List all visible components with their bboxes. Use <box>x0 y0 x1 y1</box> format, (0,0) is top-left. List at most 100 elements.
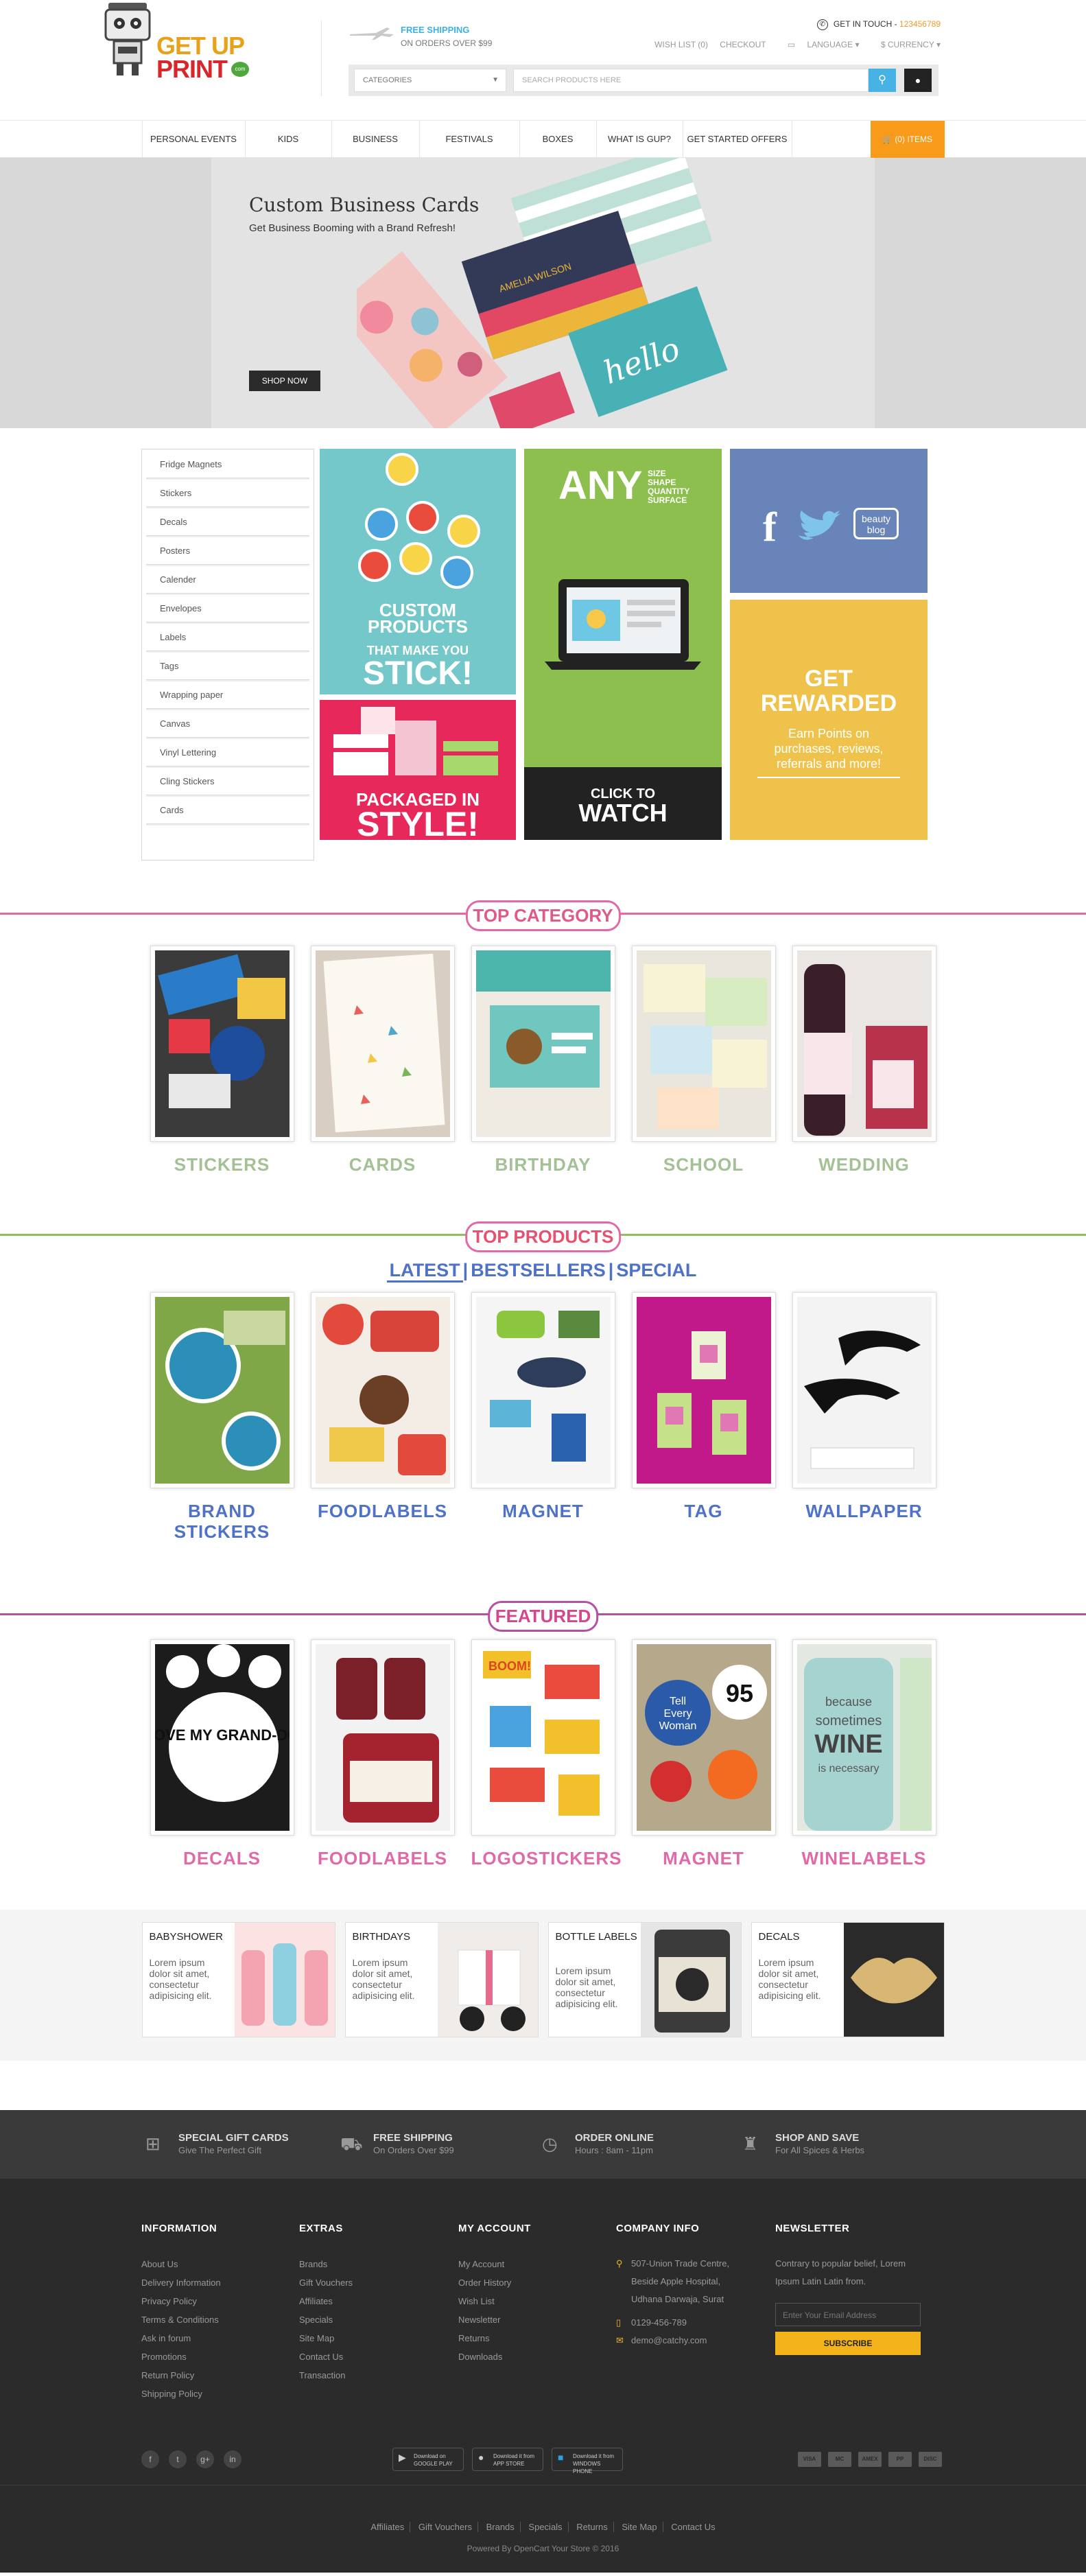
footer-link[interactable]: Transaction <box>299 2366 353 2385</box>
sidebar-item-cards[interactable]: Cards <box>146 797 309 824</box>
contact-phone[interactable]: 123456789 <box>899 19 941 29</box>
twitter-icon[interactable]: t <box>169 2450 187 2468</box>
stickers-banner[interactable]: CUSTOM PRODUCTS THAT MAKE YOU STICK! <box>320 449 516 694</box>
product-card[interactable]: TAG <box>631 1292 776 1542</box>
account-button[interactable]: ● <box>904 69 932 92</box>
footer-link[interactable]: Ask in forum <box>141 2329 221 2347</box>
sidebar-item-decals[interactable]: Decals <box>146 508 309 536</box>
category-card[interactable]: SCHOOL <box>631 946 776 1175</box>
product-card[interactable]: WALLPAPER <box>792 1292 936 1542</box>
language-dropdown[interactable]: ▭ LANGUAGE ▾ <box>778 40 860 49</box>
sidebar-item-wrapping-paper[interactable]: Wrapping paper <box>146 681 309 709</box>
promo-babyshower[interactable]: BABYSHOWER Lorem ipsum dolor sit amet, c… <box>141 1922 335 2037</box>
bottom-link[interactable]: Site Map <box>616 2522 663 2532</box>
bottom-link[interactable]: Brands <box>480 2522 521 2532</box>
linkedin-icon[interactable]: in <box>224 2450 241 2468</box>
category-card[interactable]: STICKERS <box>150 946 294 1175</box>
sidebar-item-calender[interactable]: Calender <box>146 566 309 594</box>
checkout-link[interactable]: CHECKOUT <box>720 40 766 49</box>
sidebar-item-envelopes[interactable]: Envelopes <box>146 595 309 622</box>
windows-phone-badge[interactable]: ■ Download it from WINDOWS PHONE <box>552 2448 623 2474</box>
product-card[interactable]: MAGNET <box>471 1292 615 1542</box>
sidebar-item-fridge-magnets[interactable]: Fridge Magnets <box>146 451 309 478</box>
facebook-icon[interactable]: f <box>763 504 777 551</box>
rewards-banner[interactable]: GET REWARDED Earn Points on purchases, r… <box>730 600 928 840</box>
sidebar-item-posters[interactable]: Posters <box>146 537 309 565</box>
category-card[interactable]: WEDDING <box>792 946 936 1175</box>
footer-link[interactable]: Newsletter <box>458 2310 531 2329</box>
footer-link[interactable]: Downloads <box>458 2347 531 2366</box>
footer-link[interactable]: Affiliates <box>299 2292 353 2310</box>
category-select[interactable]: CATEGORIES ▼ <box>354 69 506 92</box>
product-card[interactable]: FOODLABELS <box>310 1292 455 1542</box>
footer-link[interactable]: Site Map <box>299 2329 353 2347</box>
click-to-watch-button[interactable]: CLICK TO WATCH <box>524 767 722 840</box>
product-card[interactable]: BRAND STICKERS <box>150 1292 294 1542</box>
sidebar-item-vinyl-lettering[interactable]: Vinyl Lettering <box>146 739 309 766</box>
nav-what-is-gup[interactable]: WHAT IS GUP? <box>595 121 683 158</box>
sidebar-item-tags[interactable]: Tags <box>146 653 309 680</box>
promo-decals[interactable]: DECALS Lorem ipsum dolor sit amet, conse… <box>751 1922 945 2037</box>
nav-get-started-offers[interactable]: GET STARTED OFFERS <box>682 121 792 158</box>
google-play-badge[interactable]: ▶ Download on GOOGLE PLAY <box>392 2448 464 2471</box>
footer-link[interactable]: Specials <box>299 2310 353 2329</box>
footer-link[interactable]: Brands <box>299 2255 353 2273</box>
nav-kids[interactable]: KIDS <box>244 121 331 158</box>
sidebar-item-cling-stickers[interactable]: Cling Stickers <box>146 768 309 795</box>
nav-personal-events[interactable]: PERSONAL EVENTS <box>141 121 245 158</box>
featured-card[interactable]: because sometimes WINE is necessary WINELAB… <box>792 1639 936 1869</box>
featured-card[interactable]: BOOM! LOGOSTICKERS <box>471 1639 622 1869</box>
footer-link[interactable]: Delivery Information <box>141 2273 221 2292</box>
sidebar-item-labels[interactable]: Labels <box>146 624 309 651</box>
search-button[interactable]: ⚲ <box>869 69 896 92</box>
footer-link[interactable]: Terms & Conditions <box>141 2310 221 2329</box>
subscribe-button[interactable]: SUBSCRIBE <box>775 2332 921 2355</box>
bottom-link[interactable]: Affiliates <box>365 2522 411 2532</box>
facebook-icon[interactable]: f <box>141 2450 159 2468</box>
sidebar-item-stickers[interactable]: Stickers <box>146 480 309 507</box>
footer-link[interactable]: Wish List <box>458 2292 531 2310</box>
company-email[interactable]: ✉ demo@catchy.com <box>616 2332 729 2350</box>
featured-card[interactable]: Tell Every Woman 95 MAGNET <box>631 1639 776 1869</box>
footer-link[interactable]: Gift Vouchers <box>299 2273 353 2292</box>
site-logo[interactable]: GET UP PRINT com <box>96 0 249 83</box>
footer-link[interactable]: Contact Us <box>299 2347 353 2366</box>
currency-dropdown[interactable]: $ CURRENCY ▾ <box>871 40 941 49</box>
sidebar-item-canvas[interactable]: Canvas <box>146 710 309 738</box>
footer-link[interactable]: My Account <box>458 2255 531 2273</box>
social-banner[interactable]: f beauty blog <box>730 449 928 593</box>
tab-latest[interactable]: LATEST <box>386 1260 463 1283</box>
bottom-link[interactable]: Contact Us <box>665 2522 720 2532</box>
nav-boxes[interactable]: BOXES <box>519 121 596 158</box>
promo-bottle-labels[interactable]: BOTTLE LABELS Lorem ipsum dolor sit amet… <box>547 1922 742 2037</box>
footer-link[interactable]: Returns <box>458 2329 531 2347</box>
tab-bestsellers[interactable]: BESTSELLERS <box>468 1260 609 1280</box>
bottom-link[interactable]: Gift Vouchers <box>412 2522 478 2532</box>
category-card[interactable]: BIRTHDAY <box>471 946 615 1175</box>
bottom-link[interactable]: Specials <box>523 2522 569 2532</box>
category-card[interactable]: CARDS <box>310 946 455 1175</box>
bottom-link[interactable]: Returns <box>571 2522 614 2532</box>
tab-special[interactable]: SPECIAL <box>613 1260 699 1280</box>
featured-card[interactable]: I LOVE MY GRAND-DOG DECALS <box>150 1639 294 1869</box>
google-plus-icon[interactable]: g+ <box>196 2450 214 2468</box>
nav-festivals[interactable]: FESTIVALS <box>418 121 519 158</box>
footer-link[interactable]: Promotions <box>141 2347 221 2366</box>
featured-card[interactable]: FOODLABELS <box>310 1639 455 1869</box>
nav-business[interactable]: BUSINESS <box>331 121 419 158</box>
promo-birthdays[interactable]: BIRTHDAYS Lorem ipsum dolor sit amet, co… <box>344 1922 539 2037</box>
cart-button[interactable]: 🛒 (0) ITEMS <box>870 121 945 158</box>
footer-link[interactable]: Return Policy <box>141 2366 221 2385</box>
blog-icon[interactable]: beauty blog <box>853 508 899 539</box>
footer-link[interactable]: Privacy Policy <box>141 2292 221 2310</box>
footer-link[interactable]: Shipping Policy <box>141 2385 221 2403</box>
shop-now-button[interactable]: SHOP NOW <box>249 371 320 391</box>
footer-link[interactable]: Order History <box>458 2273 531 2292</box>
any-size-banner[interactable]: ANY SIZE SHAPE QUANTITY SURFACE CLICK TO… <box>524 449 722 840</box>
newsletter-email-input[interactable]: Enter Your Email Address <box>775 2303 921 2326</box>
twitter-icon[interactable] <box>796 509 844 543</box>
app-store-badge[interactable]: ● Download it from APP STORE <box>472 2448 543 2471</box>
wishlist-link[interactable]: WISH LIST (0) <box>654 40 708 49</box>
footer-link[interactable]: About Us <box>141 2255 221 2273</box>
search-input[interactable]: SEARCH PRODUCTS HERE <box>513 69 869 92</box>
